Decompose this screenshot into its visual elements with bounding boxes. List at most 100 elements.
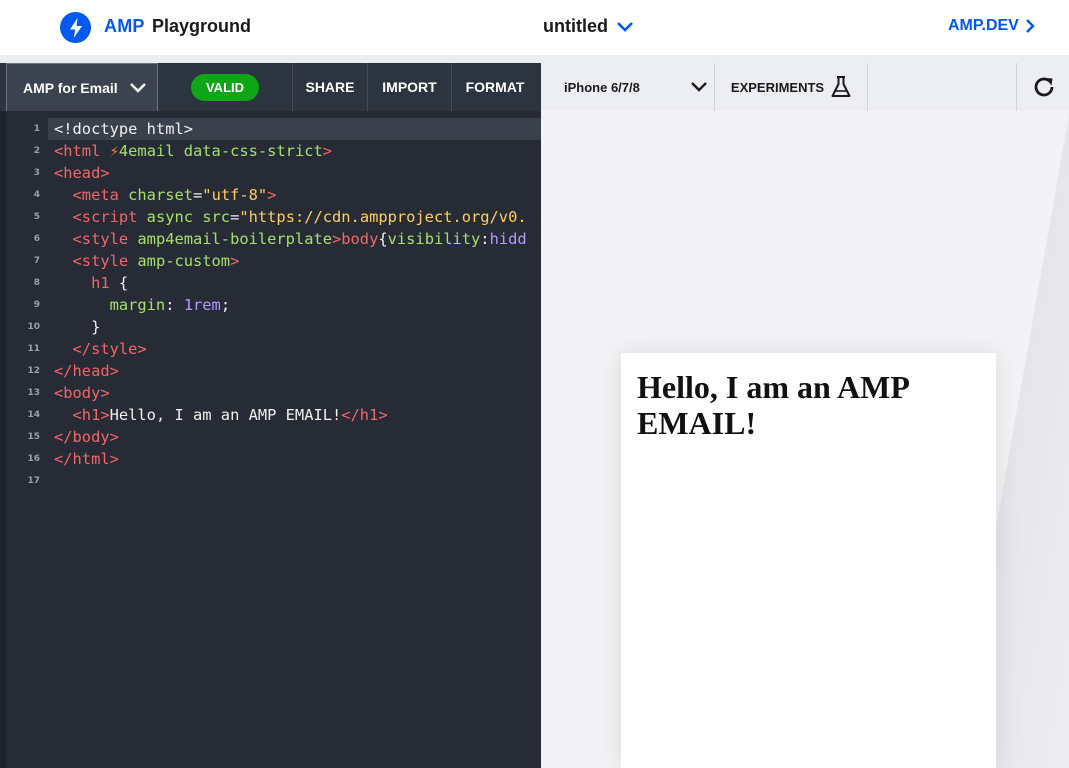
code-line[interactable]: 8 h1 { bbox=[0, 272, 541, 294]
code-token: visibility bbox=[387, 230, 481, 248]
validation-area: VALID bbox=[158, 63, 293, 111]
code-token: = bbox=[193, 186, 203, 204]
code-line[interactable]: 4 <meta charset="utf-8"> bbox=[0, 184, 541, 206]
code-token: async src bbox=[146, 208, 231, 226]
code-token: <h1> bbox=[54, 406, 110, 424]
editor-toolbar: AMP for Email VALID SHARE IMPORT FORMAT bbox=[0, 63, 541, 111]
document-title: untitled bbox=[543, 16, 608, 36]
code-token: <style bbox=[54, 252, 138, 270]
code-token: charset bbox=[128, 186, 194, 204]
code-line[interactable]: 13 <body> bbox=[0, 382, 541, 404]
code-token: ; bbox=[220, 296, 231, 314]
code-token: <!doctype html> bbox=[54, 120, 193, 138]
code-token: } bbox=[54, 318, 101, 336]
brand-amp[interactable]: AMP bbox=[104, 16, 145, 37]
line-number: 15 bbox=[27, 432, 40, 442]
reload-button[interactable] bbox=[1016, 63, 1069, 111]
code-line[interactable]: 16 </html> bbox=[0, 448, 541, 470]
valid-badge[interactable]: VALID bbox=[190, 73, 260, 101]
code-token: { bbox=[118, 274, 129, 292]
code-token: <meta bbox=[54, 186, 129, 204]
code-text: </html> bbox=[48, 448, 541, 470]
format-select[interactable]: AMP for Email bbox=[6, 63, 158, 111]
code-token: "https://cdn.ampproject.org/v0. bbox=[239, 208, 527, 226]
code-text: <script async src="https://cdn.ampprojec… bbox=[48, 206, 541, 228]
line-number: 16 bbox=[27, 454, 40, 464]
share-button[interactable]: SHARE bbox=[293, 63, 368, 111]
code-line[interactable]: 1 <!doctype html> bbox=[0, 118, 541, 140]
ampdev-link[interactable]: AMP.DEV bbox=[948, 17, 1035, 35]
line-number: 11 bbox=[27, 344, 40, 354]
brand-playground[interactable]: Playground bbox=[152, 16, 251, 37]
code-token: "utf-8" bbox=[202, 186, 268, 204]
code-text: <!doctype html> bbox=[48, 118, 541, 140]
code-line[interactable]: 5 <script async src="https://cdn.ampproj… bbox=[0, 206, 541, 228]
chevron-down-icon bbox=[130, 82, 146, 93]
code-line[interactable]: 15 </body> bbox=[0, 426, 541, 448]
header-separator bbox=[0, 55, 1069, 63]
code-token: amp4email-boilerplate bbox=[137, 230, 332, 248]
code-line[interactable]: 12 </head> bbox=[0, 360, 541, 382]
document-title-dropdown[interactable]: untitled bbox=[543, 16, 634, 37]
code-token: = bbox=[230, 208, 240, 226]
device-select-label: iPhone 6/7/8 bbox=[564, 79, 640, 95]
code-line[interactable]: 2 <html ⚡4email data-css-strict> bbox=[0, 140, 541, 162]
line-number: 10 bbox=[27, 322, 40, 332]
code-token: { bbox=[378, 230, 388, 248]
code-line[interactable]: 9 margin: 1rem; bbox=[0, 294, 541, 316]
code-token: <script bbox=[54, 208, 147, 226]
code-token: > bbox=[322, 142, 333, 160]
code-token: >body bbox=[332, 230, 379, 248]
code-token: 1rem bbox=[183, 296, 221, 314]
code-text: <body> bbox=[48, 382, 541, 404]
line-number: 5 bbox=[33, 212, 40, 222]
code-token: margin bbox=[54, 296, 166, 314]
device-select[interactable]: iPhone 6/7/8 bbox=[541, 63, 715, 111]
line-number: 17 bbox=[27, 476, 40, 486]
chevron-down-icon bbox=[617, 21, 633, 32]
experiments-button[interactable]: EXPERIMENTS bbox=[716, 63, 868, 111]
code-text: </body> bbox=[48, 426, 541, 448]
preview-pane: Hello, I am an AMP EMAIL! bbox=[541, 111, 1069, 768]
code-editor[interactable]: 1 <!doctype html> 2 <html ⚡4email data-css-… bbox=[0, 111, 541, 768]
code-text: </head> bbox=[48, 360, 541, 382]
code-line[interactable]: 3 <head> bbox=[0, 162, 541, 184]
flask-icon bbox=[831, 76, 851, 97]
code-line[interactable]: 17 bbox=[0, 470, 541, 492]
bolt-icon: ⚡ bbox=[109, 142, 119, 160]
code-line[interactable]: 14 <h1>Hello, I am an AMP EMAIL!</h1> bbox=[0, 404, 541, 426]
reload-icon bbox=[1034, 77, 1053, 97]
line-number: 4 bbox=[33, 190, 40, 200]
code-line[interactable]: 11 </style> bbox=[0, 338, 541, 360]
preview-device-frame: Hello, I am an AMP EMAIL! bbox=[621, 353, 996, 768]
line-number: 9 bbox=[33, 300, 40, 310]
code-token: </style> bbox=[54, 340, 147, 358]
amp-logo-icon[interactable] bbox=[60, 12, 91, 43]
code-token: Hello, I am an AMP EMAIL! bbox=[109, 406, 342, 424]
code-token: amp-custom bbox=[137, 252, 231, 270]
code-lines[interactable]: 1 <!doctype html> 2 <html ⚡4email data-css-… bbox=[0, 118, 541, 492]
code-line[interactable]: 6 <style amp4email-boilerplate>body{visi… bbox=[0, 228, 541, 250]
line-number: 1 bbox=[33, 124, 40, 134]
bolt-icon bbox=[69, 17, 82, 38]
code-token: <head> bbox=[54, 164, 110, 182]
code-token: > bbox=[267, 186, 277, 204]
code-text: </style> bbox=[48, 338, 541, 360]
code-token: : bbox=[480, 230, 490, 248]
code-token: hidd bbox=[489, 230, 527, 248]
code-text: <head> bbox=[48, 162, 541, 184]
experiments-label: EXPERIMENTS bbox=[730, 79, 825, 95]
code-token: <body> bbox=[54, 384, 110, 402]
code-line[interactable]: 10 } bbox=[0, 316, 541, 338]
code-text: <style amp-custom> bbox=[48, 250, 541, 272]
code-text: <meta charset="utf-8"> bbox=[48, 184, 541, 206]
line-number: 14 bbox=[27, 410, 40, 420]
code-token: </head> bbox=[54, 362, 119, 380]
format-button[interactable]: FORMAT bbox=[452, 63, 538, 111]
code-token: </h1> bbox=[341, 406, 388, 424]
code-text: margin: 1rem; bbox=[48, 294, 541, 316]
import-button[interactable]: IMPORT bbox=[368, 63, 452, 111]
line-number: 3 bbox=[33, 168, 40, 178]
code-line[interactable]: 7 <style amp-custom> bbox=[0, 250, 541, 272]
code-token: h1 bbox=[54, 274, 119, 292]
